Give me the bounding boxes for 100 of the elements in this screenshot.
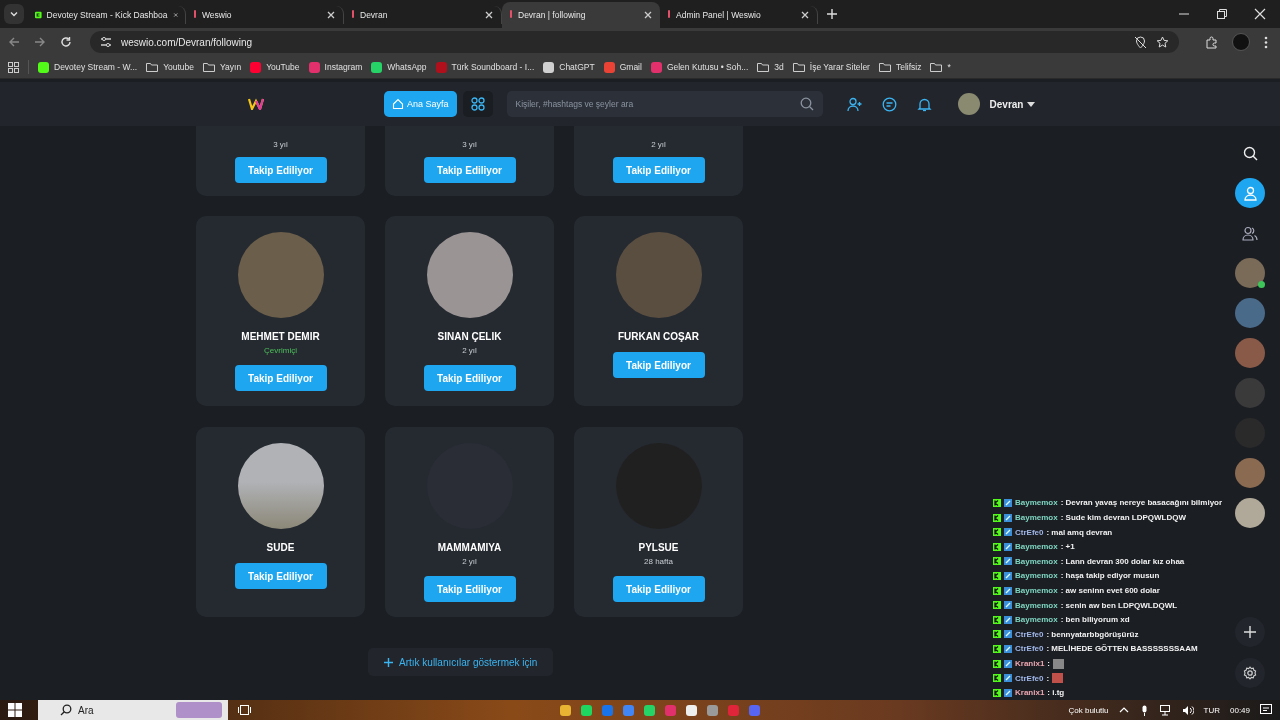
- taskbar-app-icon[interactable]: [643, 704, 655, 716]
- badge-icon: [1004, 601, 1012, 610]
- new-tab-icon[interactable]: [826, 8, 838, 20]
- location-off-icon[interactable]: [1134, 35, 1147, 49]
- network-icon[interactable]: [1159, 704, 1172, 716]
- badge-icon: [1004, 513, 1012, 522]
- chat-message: : MELİHEDE GÖTTEN BASSSSSSSAAM: [1046, 644, 1198, 654]
- back-icon[interactable]: [8, 36, 20, 48]
- bookmark[interactable]: Gelen Kutusu • Soh...: [650, 61, 749, 73]
- contact-avatar[interactable]: [1235, 458, 1265, 488]
- site-favicon-icon: [509, 9, 513, 21]
- tab-search-button[interactable]: [4, 4, 24, 24]
- badge-icon: [1004, 615, 1012, 624]
- bookmark[interactable]: Devotey Stream - W...: [38, 61, 138, 73]
- bookmark[interactable]: WhatsApp: [371, 61, 427, 73]
- bookmark[interactable]: Gmail: [603, 61, 642, 73]
- follow-duration: 2 yıl: [651, 140, 666, 149]
- taskbar-app-icon[interactable]: [706, 704, 718, 716]
- browser-tab[interactable]: Devotey Stream - Kick Dashboa: [28, 6, 186, 24]
- load-more-button[interactable]: Artık kullanıcılar göstermek için: [368, 648, 554, 676]
- add-user-icon[interactable]: [846, 96, 862, 112]
- speaker-icon[interactable]: [1181, 704, 1194, 716]
- chevron-up-icon[interactable]: [1118, 706, 1129, 714]
- taskbar-app-icon[interactable]: [559, 704, 571, 716]
- close-icon[interactable]: [800, 10, 810, 20]
- taskbar-app-icon[interactable]: [580, 704, 592, 716]
- chat-message: : aw seninn evet 600 dolar: [1060, 586, 1160, 596]
- chat-icon[interactable]: [881, 96, 897, 112]
- bookmark[interactable]: İşe Yarar Siteler: [792, 62, 870, 72]
- close-icon[interactable]: [1254, 8, 1266, 20]
- bookmark[interactable]: *: [930, 62, 951, 72]
- logo-icon[interactable]: [248, 98, 264, 110]
- task-view-icon[interactable]: [238, 704, 251, 716]
- folder-icon: [878, 62, 891, 72]
- browser-tab[interactable]: Devran | following: [502, 2, 660, 28]
- emote-image: [1053, 658, 1065, 669]
- bell-icon[interactable]: [916, 96, 932, 112]
- apps-button[interactable]: [462, 91, 493, 117]
- browser-tab[interactable]: Admin Panel | Weswio: [660, 6, 818, 24]
- close-icon[interactable]: [484, 10, 494, 20]
- profile-button[interactable]: [1235, 178, 1265, 208]
- bookmark[interactable]: Youtube: [146, 62, 195, 72]
- badge-icon: [1004, 571, 1012, 580]
- taskbar-search[interactable]: Ara: [38, 700, 228, 720]
- chat-username: CtrEfe0: [1015, 673, 1044, 683]
- chat-username: Baymemox: [1015, 615, 1058, 625]
- home-icon: [392, 98, 404, 110]
- chat-username: Baymemox: [1015, 571, 1058, 581]
- site-favicon-icon: [667, 9, 671, 21]
- bookmark[interactable]: Türk Soundboard - I...: [435, 61, 535, 73]
- contact-avatar[interactable]: [1235, 498, 1265, 528]
- chat-colon: :: [1046, 673, 1050, 683]
- user-name[interactable]: SUDE: [266, 542, 295, 553]
- user-name[interactable]: SINAN ÇELIK: [437, 331, 502, 342]
- follow-duration: 3 yıl: [462, 140, 477, 149]
- star-icon[interactable]: [1156, 35, 1169, 49]
- browser-tab[interactable]: Weswio: [186, 6, 344, 24]
- forward-icon[interactable]: [34, 36, 46, 48]
- contact-avatar[interactable]: [1235, 258, 1265, 288]
- notification-icon[interactable]: [1260, 704, 1272, 716]
- chat-username: Baymemox: [1015, 513, 1058, 523]
- search-icon[interactable]: [799, 97, 814, 111]
- user-name[interactable]: FURKAN COŞAR: [617, 331, 700, 342]
- taskbar-app-icon[interactable]: [685, 704, 697, 716]
- user-avatar[interactable]: [957, 93, 980, 115]
- badge-icon: [1004, 499, 1012, 507]
- bookmark[interactable]: ChatGPT: [543, 61, 595, 73]
- four-circles-icon: [470, 97, 485, 111]
- close-icon[interactable]: [326, 10, 336, 20]
- add-button[interactable]: [1235, 617, 1265, 647]
- user-name[interactable]: MAMMAMIYA: [437, 542, 502, 553]
- more-icon[interactable]: [1264, 35, 1268, 49]
- reload-icon[interactable]: [60, 36, 72, 48]
- site-favicon-icon: [193, 9, 197, 21]
- badge-icon: [1004, 528, 1012, 537]
- search-highlight-picture: [176, 702, 222, 718]
- close-icon[interactable]: [643, 10, 653, 20]
- chat-username: CtrEfe0: [1015, 527, 1044, 537]
- settings-button[interactable]: [1235, 658, 1265, 688]
- bookmark[interactable]: 3d: [757, 62, 784, 72]
- follow-duration: 2 yıl: [462, 557, 477, 566]
- puzzle-icon[interactable]: [1205, 35, 1218, 49]
- clock[interactable]: 00:49: [1230, 705, 1250, 715]
- address-bar[interactable]: weswio.com/Devran/following: [90, 31, 1179, 53]
- weather-text[interactable]: Çok bulutlu: [1068, 705, 1109, 715]
- language-indicator[interactable]: TUR: [1203, 705, 1220, 715]
- chat-username: Kranix1: [1015, 659, 1045, 668]
- folder-icon: [930, 62, 943, 72]
- search-field[interactable]: Kişiler, #hashtags ve şeyler ara: [506, 91, 823, 117]
- user-name[interactable]: MEHMET DEMIR: [241, 331, 320, 342]
- user-name[interactable]: PYLSUE: [638, 542, 679, 553]
- bookmark[interactable]: Yayın: [203, 62, 242, 72]
- restore-icon[interactable]: [1216, 8, 1228, 20]
- windows-icon[interactable]: [8, 703, 22, 717]
- apps-grid-icon[interactable]: [8, 61, 19, 73]
- bookmark[interactable]: Telifsiz: [878, 62, 922, 72]
- bookmark[interactable]: YouTube: [250, 61, 300, 73]
- user-menu[interactable]: Devran: [989, 98, 1036, 110]
- chevron-icon: [9, 9, 19, 19]
- bookmark[interactable]: Instagram: [308, 61, 363, 73]
